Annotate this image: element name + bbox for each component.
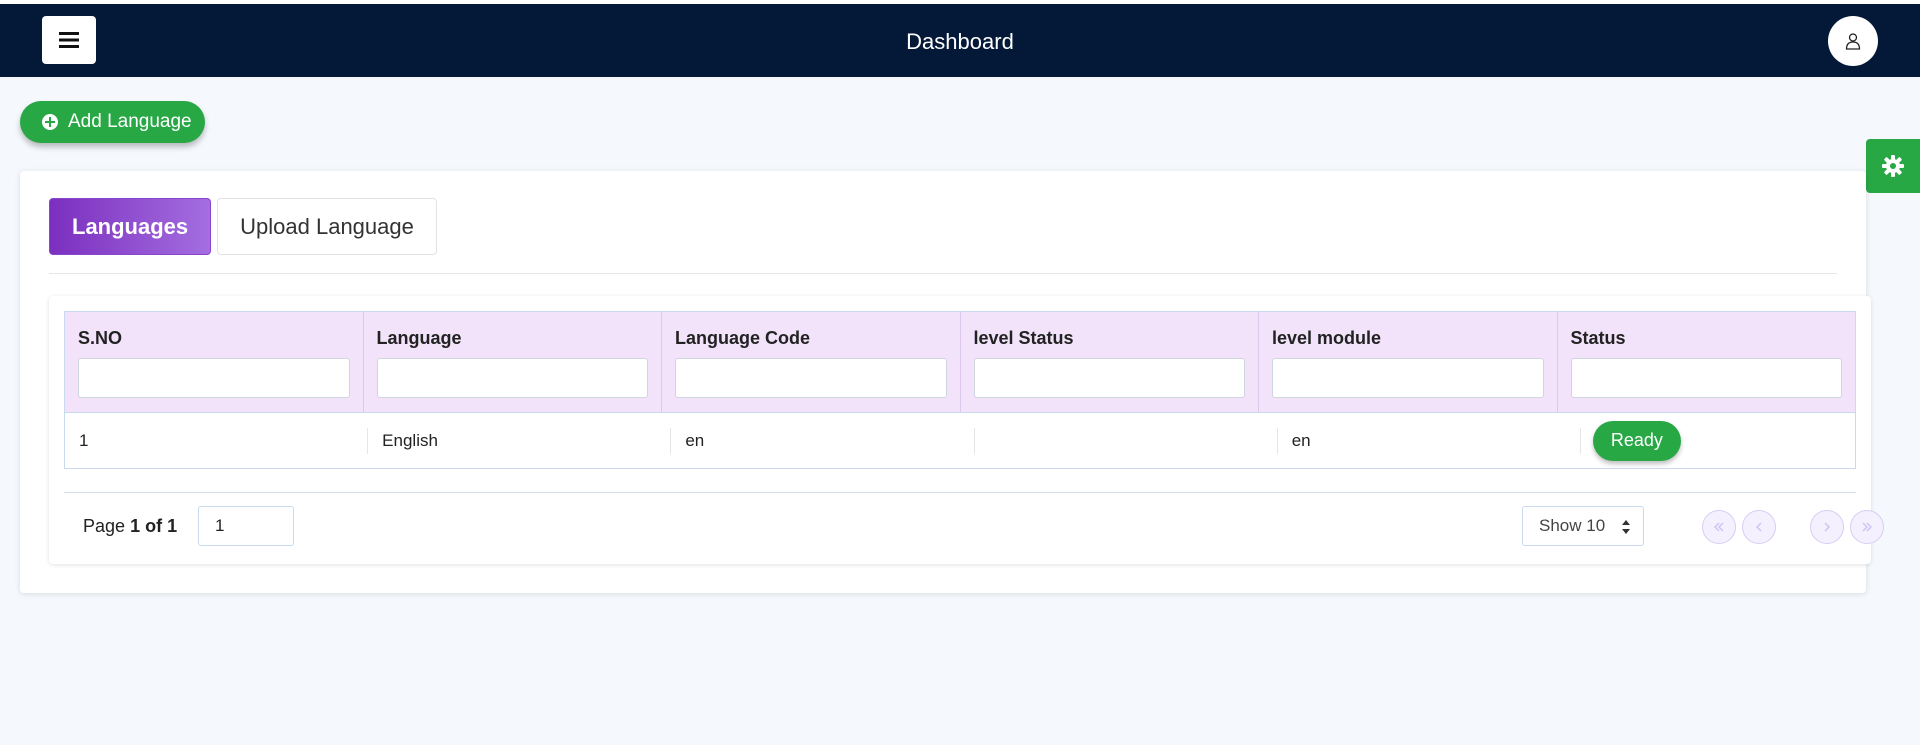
languages-table: S.NO Language Language Code level Status… (64, 311, 1856, 469)
page-prefix: Page (83, 516, 126, 536)
languages-table-panel: S.NO Language Language Code level Status… (49, 296, 1884, 564)
column-label[interactable]: Language Code (675, 328, 947, 358)
top-navbar: Dashboard (0, 0, 1920, 77)
cell-language: English (368, 427, 672, 454)
tab-divider (49, 273, 1837, 274)
filter-input-level-status[interactable] (973, 358, 1245, 398)
column-label[interactable]: Status (1571, 328, 1843, 358)
sort-arrows-icon (1622, 520, 1630, 534)
tab-bar: Languages Upload Language (49, 198, 437, 255)
table-header-row: S.NO Language Language Code level Status… (65, 312, 1855, 412)
pagination-divider (64, 492, 1856, 493)
add-language-button[interactable]: Add Language (20, 101, 205, 143)
column-label[interactable]: S.NO (78, 328, 350, 358)
column-header-level-status: level Status (961, 312, 1259, 412)
gear-icon (1882, 155, 1904, 177)
double-chevron-left-icon (1713, 522, 1724, 532)
next-page-button[interactable] (1810, 510, 1844, 544)
column-header-level-module: level module (1259, 312, 1558, 412)
column-header-sno: S.NO (65, 312, 364, 412)
page-indicator: Page 1 of 1 (83, 516, 177, 537)
filter-input-status[interactable] (1570, 358, 1842, 398)
table-row[interactable]: 1 English en en Ready (65, 412, 1855, 468)
page-number-input[interactable] (198, 506, 294, 546)
first-page-button[interactable] (1702, 510, 1736, 544)
user-icon (1845, 33, 1861, 50)
cell-level-status (975, 427, 1278, 454)
column-label[interactable]: level Status (974, 328, 1246, 358)
previous-page-button[interactable] (1742, 510, 1776, 544)
filter-input-level-module[interactable] (1272, 358, 1544, 398)
tab-upload-language[interactable]: Upload Language (217, 198, 437, 255)
column-header-status: Status (1558, 312, 1856, 412)
cell-level-module: en (1278, 427, 1581, 454)
cell-sno: 1 (65, 427, 369, 454)
cell-status: Ready (1581, 420, 1855, 461)
double-chevron-right-icon (1862, 522, 1873, 532)
chevron-left-icon (1755, 522, 1762, 532)
status-ready-button[interactable]: Ready (1592, 420, 1681, 461)
filter-input-sno[interactable] (78, 358, 350, 398)
column-label[interactable]: Language (377, 328, 649, 358)
last-page-button[interactable] (1850, 510, 1884, 544)
cell-language-code: en (671, 427, 975, 454)
page-info: 1 of 1 (130, 516, 178, 536)
column-label[interactable]: level module (1272, 328, 1544, 358)
add-language-label: Add Language (68, 111, 192, 132)
page-size-label: Show 10 (1539, 516, 1606, 535)
page-title: Dashboard (906, 29, 1014, 54)
column-header-language: Language (364, 312, 662, 412)
filter-input-language-code[interactable] (675, 358, 947, 398)
column-header-language-code: Language Code (662, 312, 961, 412)
tab-languages[interactable]: Languages (49, 198, 212, 255)
plus-circle-icon (42, 114, 58, 130)
filter-input-language[interactable] (376, 358, 648, 398)
user-avatar-button[interactable] (1828, 16, 1878, 66)
page-size-select[interactable]: Show 10 (1522, 506, 1644, 546)
chevron-right-icon (1824, 522, 1831, 532)
pagination-bar: Page 1 of 1 Show 10 (83, 506, 1884, 546)
settings-button[interactable] (1866, 139, 1920, 193)
languages-card: Languages Upload Language S.NO Language … (20, 171, 1884, 593)
